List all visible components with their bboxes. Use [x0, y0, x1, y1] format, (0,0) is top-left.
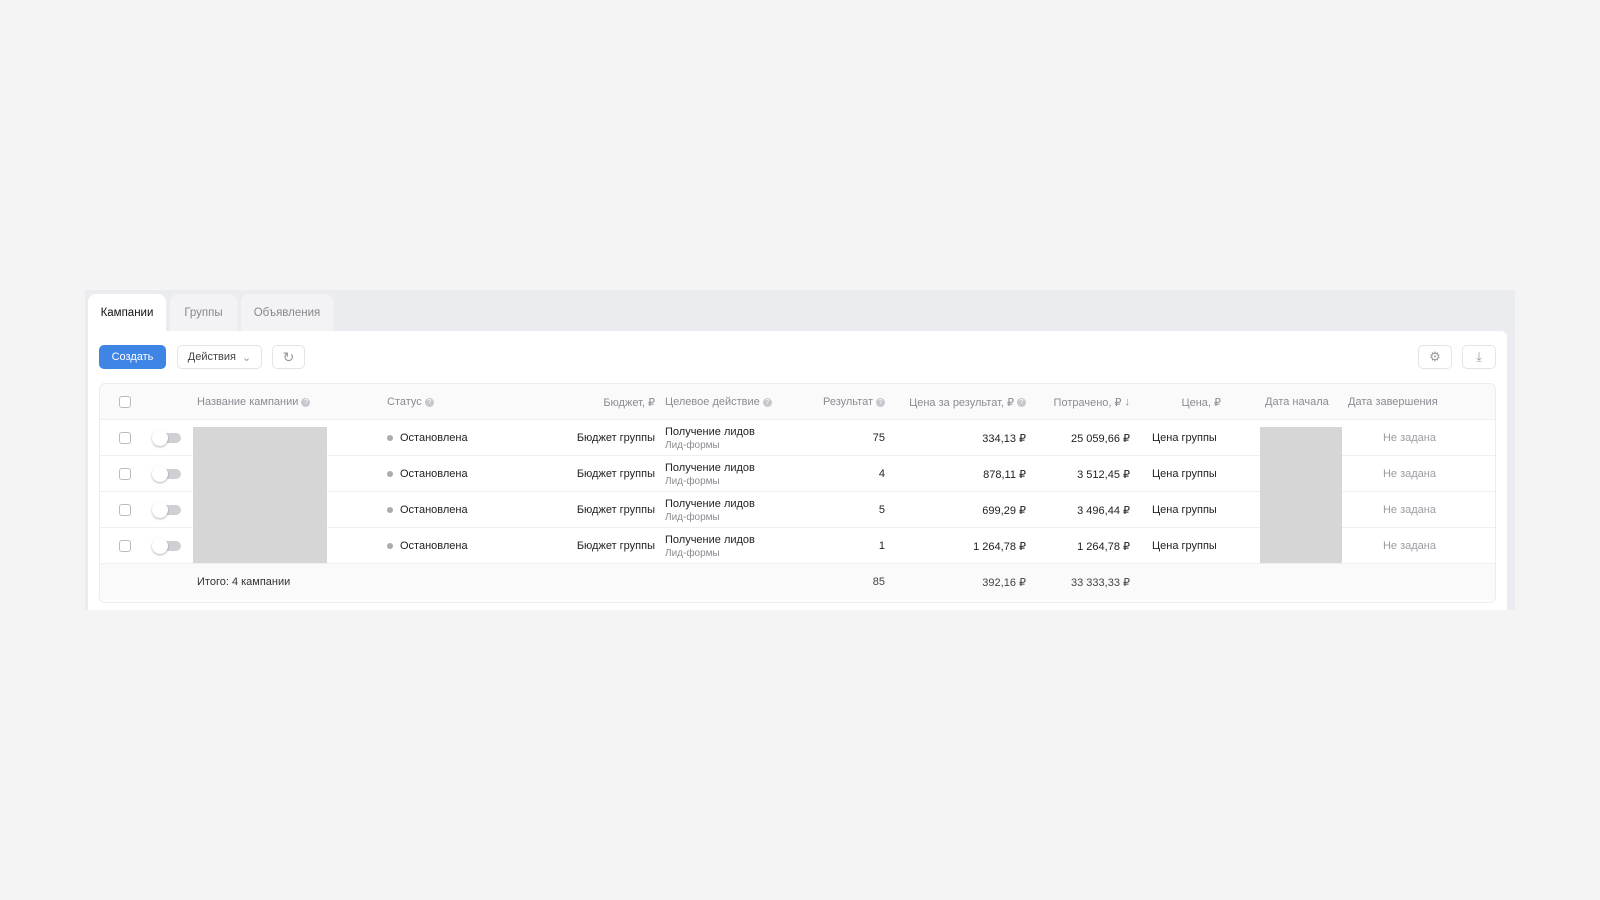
status-dot-icon	[387, 471, 393, 477]
col-cpr[interactable]: Цена за результат, ₽?	[880, 384, 1026, 420]
col-price[interactable]: Цена, ₽	[1130, 384, 1221, 420]
status-dot-icon	[387, 435, 393, 441]
status-cell: Остановлена	[387, 456, 468, 492]
end-date-cell: Не задана	[1382, 432, 1436, 444]
campaign-toggle[interactable]	[152, 466, 181, 482]
refresh-icon: ↻	[282, 348, 295, 365]
result-cell: 1	[878, 540, 885, 552]
cpr-cell: 878,11 ₽	[983, 468, 1026, 481]
target-action-sub: Лид-формы	[665, 475, 720, 487]
settings-button[interactable]: ⚙	[1418, 345, 1452, 369]
spent-cell: 25 059,66 ₽	[1071, 432, 1130, 445]
budget-cell: Бюджет группы	[576, 432, 655, 444]
tab-campaigns[interactable]: Кампании	[88, 294, 166, 331]
target-action: Получение лидов	[665, 497, 755, 510]
col-name-label: Название кампании	[197, 396, 299, 408]
select-all-checkbox[interactable]	[119, 396, 131, 408]
actions-label: Действия	[187, 351, 236, 363]
budget-cell: Бюджет группы	[576, 468, 655, 480]
tab-ads[interactable]: Объявления	[241, 294, 333, 331]
price-cell: Цена группы	[1152, 432, 1217, 444]
cpr-cell: 334,13 ₽	[982, 432, 1026, 445]
help-icon[interactable]: ?	[424, 397, 434, 407]
price-cell: Цена группы	[1152, 468, 1217, 480]
target-action: Получение лидов	[665, 425, 755, 438]
col-target-label: Целевое действие	[665, 396, 760, 408]
gear-icon: ⚙	[1429, 349, 1441, 364]
cpr-cell: 1 264,78 ₽	[973, 540, 1026, 553]
total-label: Итого: 4 кампании	[197, 576, 291, 588]
tab-groups[interactable]: Группы	[170, 294, 237, 331]
col-cpr-label: Цена за результат, ₽	[909, 396, 1014, 409]
status-text: Остановлена	[400, 540, 468, 552]
campaign-toggle[interactable]	[152, 502, 181, 518]
actions-dropdown[interactable]: Действия ⌄	[177, 345, 262, 369]
status-text: Остановлена	[400, 504, 468, 516]
table-header: Название кампании? Статус? Бюджет, ₽ Цел…	[100, 384, 1495, 420]
start-date-redacted	[1260, 427, 1342, 563]
status-cell: Остановлена	[387, 420, 468, 456]
target-action-sub: Лид-формы	[665, 511, 720, 523]
row-checkbox[interactable]	[119, 468, 131, 480]
campaign-toggle[interactable]	[152, 538, 181, 554]
status-text: Остановлена	[400, 432, 468, 444]
status-cell: Остановлена	[387, 492, 468, 528]
spent-cell: 3 496,44 ₽	[1077, 504, 1130, 517]
col-spent[interactable]: Потрачено, ₽ ↓	[1030, 384, 1130, 420]
cpr-cell: 699,29 ₽	[982, 504, 1026, 517]
help-icon[interactable]: ?	[301, 397, 311, 407]
col-spent-label: Потрачено, ₽	[1053, 396, 1122, 409]
result-cell: 75	[872, 432, 885, 444]
col-budget[interactable]: Бюджет, ₽	[555, 384, 655, 420]
download-button[interactable]: ⤓	[1462, 345, 1496, 369]
end-date-cell: Не задана	[1382, 468, 1436, 480]
chevron-down-icon: ⌄	[241, 351, 252, 364]
col-result[interactable]: Результат?	[780, 384, 885, 420]
result-cell: 4	[878, 468, 885, 480]
campaign-name-redacted	[193, 427, 327, 563]
col-status-label: Статус	[387, 396, 422, 408]
result-cell: 5	[878, 504, 885, 516]
budget-cell: Бюджет группы	[576, 540, 655, 552]
total-spent: 33 333,33 ₽	[1071, 576, 1130, 589]
campaign-toggle[interactable]	[152, 430, 181, 446]
price-cell: Цена группы	[1152, 504, 1217, 516]
status-dot-icon	[387, 543, 393, 549]
end-date-cell: Не задана	[1382, 504, 1436, 516]
campaigns-table: Название кампании? Статус? Бюджет, ₽ Цел…	[99, 383, 1496, 603]
status-cell: Остановлена	[387, 528, 468, 564]
spent-cell: 3 512,45 ₽	[1077, 468, 1130, 481]
content-panel: Создать Действия ⌄ ↻ ⚙ ⤓ Название кампани…	[88, 331, 1507, 610]
download-icon: ⤓	[1476, 349, 1482, 364]
target-action: Получение лидов	[665, 461, 755, 474]
refresh-button[interactable]: ↻	[272, 345, 305, 369]
col-status[interactable]: Статус?	[387, 384, 434, 420]
target-action-sub: Лид-формы	[665, 439, 720, 451]
total-result: 85	[872, 576, 885, 588]
col-start-date[interactable]: Дата начала	[1265, 384, 1329, 420]
status-text: Остановлена	[400, 468, 468, 480]
row-checkbox[interactable]	[119, 432, 131, 444]
col-target[interactable]: Целевое действие?	[665, 384, 772, 420]
target-action-sub: Лид-формы	[665, 547, 720, 559]
row-checkbox[interactable]	[119, 540, 131, 552]
row-checkbox[interactable]	[119, 504, 131, 516]
col-end-date[interactable]: Дата завершения	[1348, 384, 1438, 420]
help-icon[interactable]: ?	[762, 397, 772, 407]
spent-cell: 1 264,78 ₽	[1077, 540, 1130, 553]
price-cell: Цена группы	[1152, 540, 1217, 552]
budget-cell: Бюджет группы	[576, 504, 655, 516]
end-date-cell: Не задана	[1382, 540, 1436, 552]
status-dot-icon	[387, 507, 393, 513]
campaigns-panel: Кампании Группы Объявления Создать Дейст…	[85, 290, 1515, 610]
target-action: Получение лидов	[665, 533, 755, 546]
help-icon[interactable]: ?	[1017, 397, 1026, 407]
create-button[interactable]: Создать	[99, 345, 166, 369]
col-name[interactable]: Название кампании?	[197, 384, 311, 420]
total-row: Итого: 4 кампании 85 392,16 ₽ 33 333,33 …	[100, 564, 1495, 600]
total-cpr: 392,16 ₽	[982, 576, 1026, 589]
col-result-label: Результат	[822, 396, 873, 408]
